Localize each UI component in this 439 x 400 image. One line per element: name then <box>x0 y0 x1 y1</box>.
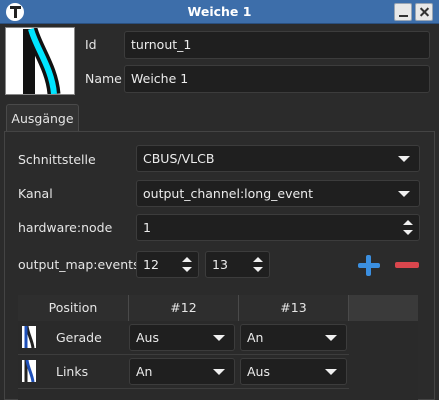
chevron-down-icon <box>398 156 410 162</box>
node-label: hardware:node <box>18 220 113 235</box>
node-value: 1 <box>143 220 151 235</box>
close-button[interactable] <box>415 3 433 21</box>
row-value: Aus <box>136 330 159 345</box>
spin-down-icon[interactable] <box>182 267 192 272</box>
spin-down-icon[interactable] <box>403 230 413 235</box>
spin-up-icon[interactable] <box>403 220 413 225</box>
interface-label: Schnittstelle <box>18 152 96 167</box>
event-spinbox-2[interactable]: 13 <box>205 251 270 278</box>
table-header-filler <box>349 295 418 321</box>
id-field[interactable]: turnout_1 <box>124 31 430 59</box>
spin-up-icon[interactable] <box>182 257 192 262</box>
column-header-event-12: #12 <box>129 295 239 321</box>
column-header-position: Position <box>18 295 129 321</box>
chevron-down-icon <box>325 335 337 341</box>
row-value-select[interactable]: Aus <box>240 358 347 385</box>
table-row: Gerade Aus An <box>18 321 349 355</box>
channel-value: output_channel:long_event <box>143 186 313 201</box>
row-value-select[interactable]: Aus <box>129 324 235 351</box>
row-value-select[interactable]: An <box>240 324 347 351</box>
spin-down-icon[interactable] <box>253 267 263 272</box>
turnout-straight-icon <box>22 325 36 349</box>
table-row: Links An Aus <box>18 355 349 389</box>
add-event-button[interactable] <box>355 253 383 277</box>
chevron-down-icon <box>325 369 337 375</box>
row-position-label: Links <box>56 364 89 379</box>
interface-value: CBUS/VLCB <box>143 151 215 166</box>
channel-select[interactable]: output_channel:long_event <box>136 180 420 207</box>
row-value: Aus <box>247 364 270 379</box>
event-spinbox-1[interactable]: 12 <box>136 251 199 278</box>
name-field[interactable]: Weiche 1 <box>124 65 430 93</box>
row-value: An <box>247 330 264 345</box>
event-value-1: 12 <box>143 257 159 272</box>
window-titlebar[interactable]: Weiche 1 <box>0 0 439 24</box>
tab-ausgaenge[interactable]: Ausgänge <box>6 104 79 132</box>
interface-select[interactable]: CBUS/VLCB <box>136 145 420 172</box>
name-label: Name <box>85 71 122 86</box>
turnout-preview-image <box>5 27 75 95</box>
events-label: output_map:events <box>18 257 140 272</box>
row-value-select[interactable]: An <box>129 358 235 385</box>
row-position-label: Gerade <box>56 330 102 345</box>
turnout-left-icon <box>22 359 36 383</box>
id-label: Id <box>85 37 97 52</box>
minimize-button[interactable] <box>394 3 412 21</box>
spin-up-icon[interactable] <box>253 257 263 262</box>
row-value: An <box>136 364 153 379</box>
window-title: Weiche 1 <box>187 4 252 19</box>
chevron-down-icon <box>213 335 225 341</box>
remove-event-button[interactable] <box>393 253 421 277</box>
channel-label: Kanal <box>18 186 53 201</box>
event-value-2: 13 <box>212 257 228 272</box>
chevron-down-icon <box>213 369 225 375</box>
node-spinbox[interactable]: 1 <box>136 214 420 241</box>
chevron-down-icon <box>398 191 410 197</box>
column-header-event-13: #13 <box>239 295 349 321</box>
